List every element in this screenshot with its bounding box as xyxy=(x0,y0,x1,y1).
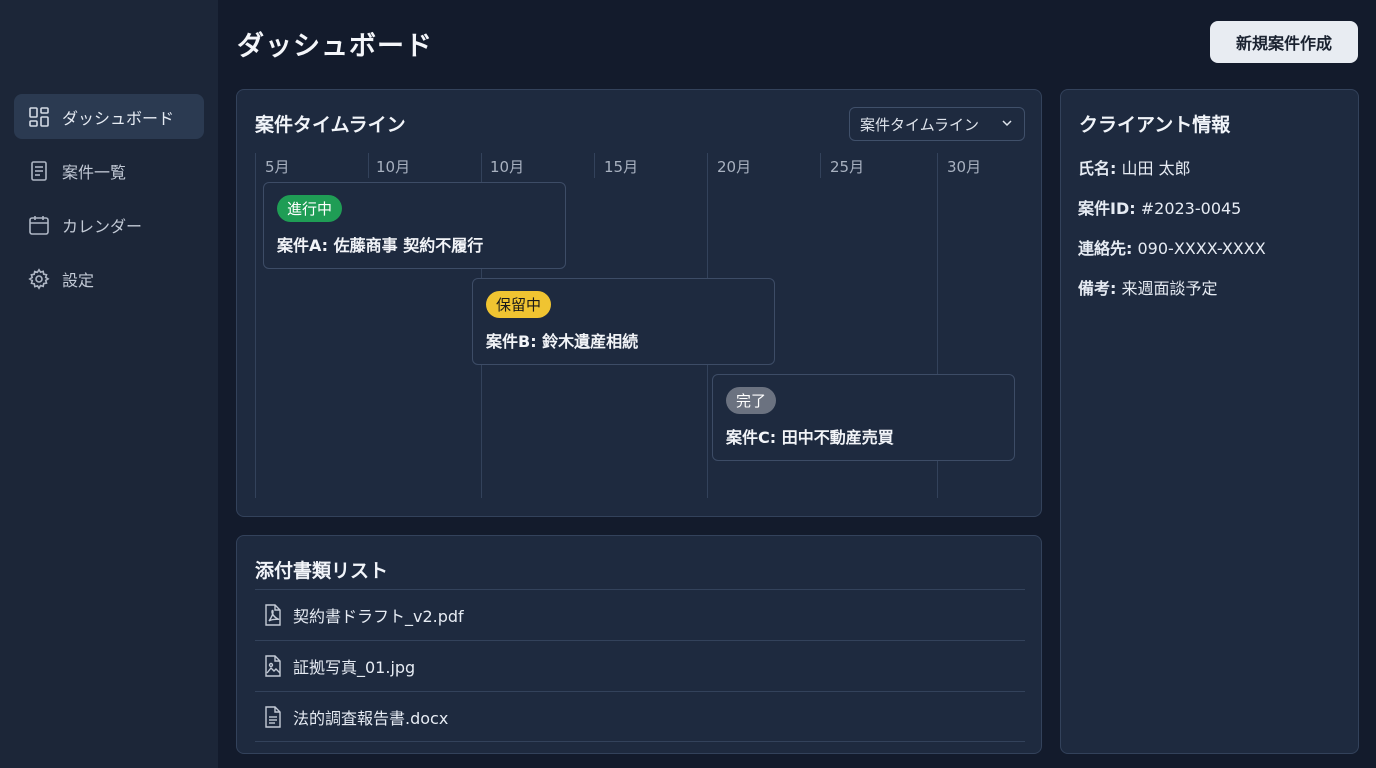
dashboard-icon xyxy=(28,106,50,128)
timeline-title: 案件タイムライン xyxy=(255,114,406,136)
new-case-button[interactable]: 新規案件作成 xyxy=(1210,21,1358,63)
document-file-icon xyxy=(263,706,283,728)
field-key: 氏名: xyxy=(1078,159,1117,178)
document-name: 法的調査報告書.docx xyxy=(293,709,449,728)
pdf-file-icon xyxy=(263,604,283,626)
divider xyxy=(255,741,1025,742)
list-icon xyxy=(28,160,50,182)
document-row[interactable]: 法的調査報告書.docx xyxy=(255,691,1025,742)
case-id-field: 案件ID: #2023-0045 xyxy=(1078,195,1241,219)
field-value: #2023-0045 xyxy=(1140,199,1242,218)
case-timeline-panel: 案件タイムライン 案件タイムライン 5月 10月 10月 15月 20月 25月… xyxy=(236,89,1042,517)
sidebar: ダッシュボード 案件一覧 カレンダー 設定 xyxy=(0,0,218,768)
gear-icon xyxy=(28,267,50,290)
sidebar-item-calendar[interactable]: カレンダー xyxy=(14,202,204,247)
axis-label: 25月 xyxy=(830,158,865,176)
axis-tick xyxy=(707,153,708,178)
client-info-panel: クライアント情報 氏名: 山田 太郎 案件ID: #2023-0045 連絡先:… xyxy=(1060,89,1359,754)
status-badge: 完了 xyxy=(726,387,777,414)
axis-tick xyxy=(594,153,595,178)
axis-tick xyxy=(481,153,482,178)
axis-label: 30月 xyxy=(947,158,982,176)
timeline-view-select[interactable]: 案件タイムライン xyxy=(849,107,1025,141)
sidebar-item-settings[interactable]: 設定 xyxy=(14,256,204,301)
sidebar-item-label: 案件一覧 xyxy=(62,162,127,182)
image-file-icon xyxy=(263,655,283,677)
axis-label: 10月 xyxy=(490,158,525,176)
field-key: 備考: xyxy=(1078,279,1117,298)
axis-label: 5月 xyxy=(265,158,290,176)
document-name: 証拠写真_01.jpg xyxy=(293,658,416,677)
document-name: 契約書ドラフト_v2.pdf xyxy=(293,607,464,626)
axis-tick xyxy=(820,153,821,178)
case-name: 案件B: 鈴木遺産相続 xyxy=(486,332,639,351)
status-badge: 保留中 xyxy=(486,291,552,318)
axis-label: 10月 xyxy=(376,158,411,176)
case-card-b[interactable]: 保留中 案件B: 鈴木遺産相続 xyxy=(472,278,775,365)
case-name: 案件A: 佐藤商事 契約不履行 xyxy=(277,236,484,255)
case-name: 案件C: 田中不動産売買 xyxy=(726,428,894,447)
status-badge: 進行中 xyxy=(277,195,343,222)
notes-field: 備考: 来週面談予定 xyxy=(1078,275,1218,299)
sidebar-item-case-list[interactable]: 案件一覧 xyxy=(14,148,204,193)
documents-title: 添付書類リスト xyxy=(255,560,389,582)
case-card-c[interactable]: 完了 案件C: 田中不動産売買 xyxy=(712,374,1015,461)
case-card-a[interactable]: 進行中 案件A: 佐藤商事 契約不履行 xyxy=(263,182,566,269)
document-row[interactable]: 証拠写真_01.jpg xyxy=(255,640,1025,691)
sidebar-item-label: カレンダー xyxy=(62,216,143,236)
sidebar-item-label: 設定 xyxy=(62,270,95,290)
grid-line xyxy=(255,178,256,498)
contact-field: 連絡先: 090-XXXX-XXXX xyxy=(1078,235,1266,259)
axis-tick xyxy=(368,153,369,178)
timeline-select-value: 案件タイムライン xyxy=(860,115,979,134)
page-title: ダッシュボード xyxy=(237,31,433,62)
field-key: 案件ID: xyxy=(1078,199,1136,218)
document-row[interactable]: 契約書ドラフト_v2.pdf xyxy=(255,589,1025,640)
field-value: 来週面談予定 xyxy=(1121,279,1218,298)
axis-label: 20月 xyxy=(717,158,752,176)
calendar-icon xyxy=(28,214,50,236)
sidebar-item-label: ダッシュボード xyxy=(62,108,175,128)
client-info-title: クライアント情報 xyxy=(1079,114,1231,136)
axis-label: 15月 xyxy=(604,158,639,176)
axis-tick xyxy=(255,153,256,178)
field-value: 090-XXXX-XXXX xyxy=(1137,239,1266,258)
field-value: 山田 太郎 xyxy=(1121,159,1191,178)
client-name-field: 氏名: 山田 太郎 xyxy=(1078,155,1191,179)
sidebar-item-dashboard[interactable]: ダッシュボード xyxy=(14,94,204,139)
chevron-down-icon xyxy=(1000,116,1014,130)
axis-tick xyxy=(937,153,938,178)
attached-documents-panel: 添付書類リスト 契約書ドラフト_v2.pdf 証拠写真_01.jpg 法的調査報… xyxy=(236,535,1042,754)
field-key: 連絡先: xyxy=(1078,239,1133,258)
